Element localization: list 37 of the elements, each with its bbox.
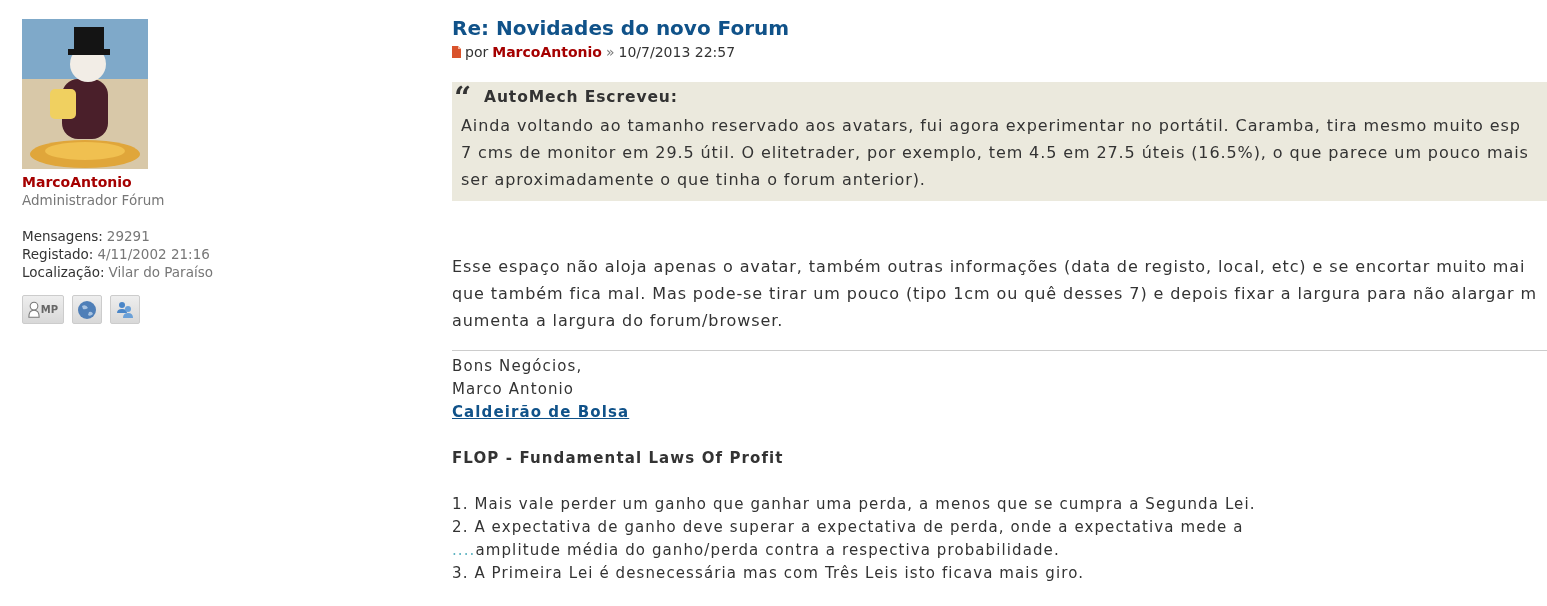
username[interactable]: MarcoAntonio bbox=[22, 173, 430, 191]
field-value: 4/11/2002 21:16 bbox=[97, 246, 210, 262]
signature-heading: FLOP - Fundamental Laws Of Profit bbox=[452, 448, 785, 469]
quote-mark: “ bbox=[454, 86, 474, 110]
post-text: que também fica mal. Mas pode-se tirar um pouco (tipo 1cm ou quê desses 7) e depois fixar a largura para não alargar m bbox=[452, 283, 1538, 305]
law-text: 2. A expectativa de ganho deve superar a expectativa de perda, onde a expectativa mede a bbox=[452, 517, 1245, 538]
user-rank: Administrador Fórum bbox=[22, 191, 166, 209]
signature-text: Bons Negócios, bbox=[452, 356, 584, 377]
field-label: Localização: bbox=[22, 264, 105, 280]
user-icon bbox=[27, 300, 40, 319]
field-value: Vilar do Paraíso bbox=[108, 264, 213, 280]
post-text: Esse espaço não aloja apenas o avatar, também outras informações (data de registo, local, etc) e se encortar muito mai bbox=[452, 256, 1527, 278]
separator: » bbox=[605, 44, 615, 60]
post-title[interactable]: Re: Novidades do novo Forum bbox=[452, 14, 1547, 42]
law-text: amplitude média do ganho/perda contra a respectiva probabilidade. bbox=[475, 541, 1060, 559]
contacts-button[interactable] bbox=[110, 295, 140, 324]
law-text: 3. A Primeira Lei é desnecessária mas com Três Leis isto ficava mais giro. bbox=[452, 563, 1086, 584]
people-icon bbox=[115, 299, 135, 320]
post-icon[interactable] bbox=[452, 46, 461, 58]
signature-text: Marco Antonio bbox=[452, 379, 576, 400]
field-value: 29291 bbox=[106, 228, 150, 244]
field-label: Registado: bbox=[22, 246, 94, 262]
quote-text: ser aproximadamente o que tinha o forum anterior). bbox=[461, 169, 927, 191]
indent-filler: .... bbox=[452, 541, 476, 559]
globe-icon bbox=[77, 299, 97, 320]
quote-text: 7 cms de monitor em 29.5 útil. O elitetrader, por exemplo, tem 4.5 em 27.5 úteis (16.5%), o que parece um pouco mais bbox=[461, 142, 1530, 164]
field-label: Mensagens: bbox=[22, 228, 103, 244]
author-name[interactable]: MarcoAntonio bbox=[492, 44, 602, 60]
signature-link[interactable]: Caldeirão de Bolsa bbox=[452, 403, 630, 421]
post-date: 10/7/2013 22:57 bbox=[618, 44, 736, 60]
quote-text: Ainda voltando ao tamanho reservado aos avatars, fui agora experimentar no portátil. Caramba, tira mesmo muito esp bbox=[461, 115, 1522, 137]
website-button[interactable] bbox=[72, 295, 102, 324]
law-text: 1. Mais vale perder um ganho que ganhar uma perda, a menos que se cumpra a Segunda Lei. bbox=[452, 494, 1257, 515]
post-text: aumenta a largura do forum/browser. bbox=[452, 310, 785, 332]
by-label: por bbox=[465, 44, 489, 60]
quote-author: AutoMech Escreveu: bbox=[484, 88, 678, 106]
private-message-button[interactable]: MP bbox=[22, 295, 64, 324]
